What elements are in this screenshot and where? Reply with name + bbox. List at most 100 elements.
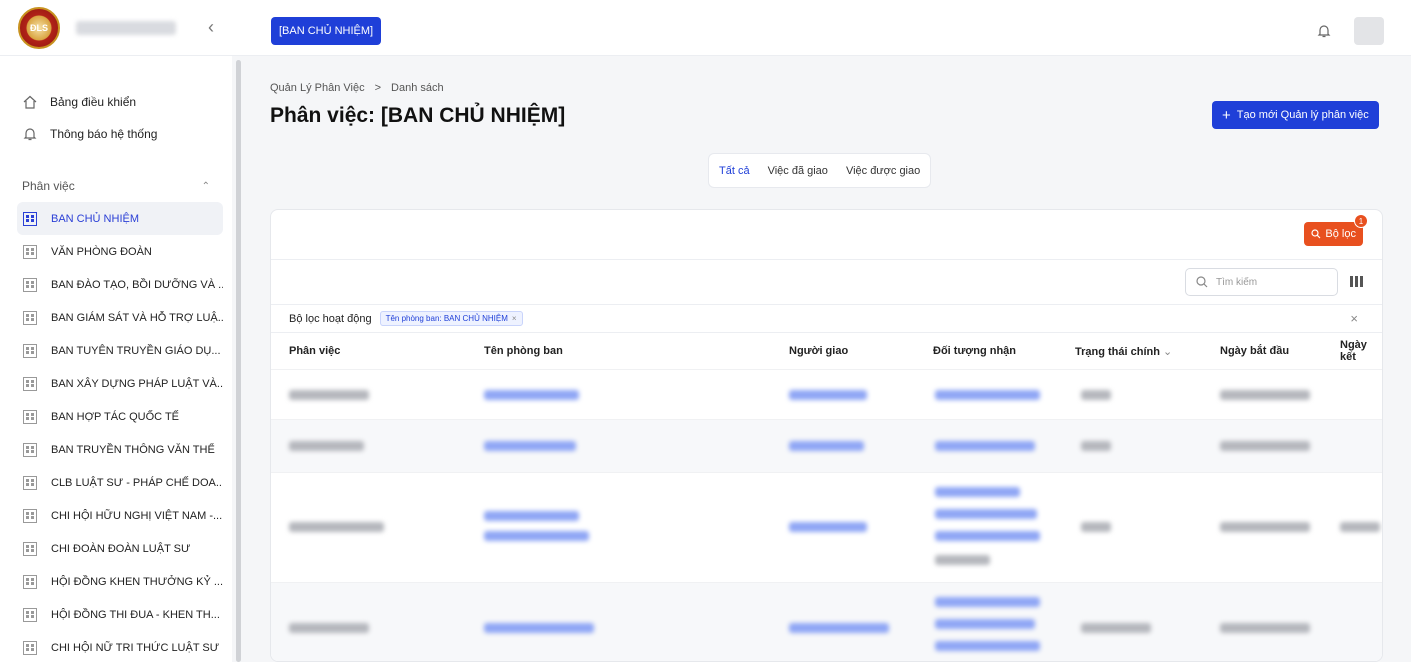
tab-all[interactable]: Tất cả bbox=[719, 165, 750, 177]
table-header: Phân việc Tên phòng ban Người giao Đối t… bbox=[271, 333, 1382, 369]
building-icon bbox=[23, 508, 37, 523]
department-label: BAN XÂY DỰNG PHÁP LUẬT VÀ... bbox=[51, 377, 223, 390]
building-icon bbox=[23, 310, 37, 325]
table-row[interactable] bbox=[271, 369, 1382, 419]
organization-name bbox=[76, 20, 176, 35]
sidebar-header: ĐLS ‹ bbox=[0, 0, 232, 56]
chevron-down-icon: ⌄ bbox=[1163, 345, 1173, 358]
sidebar-item-label: Bảng điều khiển bbox=[50, 95, 137, 109]
chip-label: Tên phòng ban: BAN CHỦ NHIỆM bbox=[385, 314, 508, 323]
sidebar-item-department[interactable]: CHI ĐOÀN ĐOÀN LUẬT SƯ bbox=[17, 532, 223, 565]
department-label: CHI HỘI HỮU NGHỊ VIỆT NAM -... bbox=[51, 509, 223, 522]
department-label: BAN GIÁM SÁT VÀ HỖ TRỢ LUẬ... bbox=[51, 311, 223, 324]
sidebar-item-label: Thông báo hệ thống bbox=[50, 127, 158, 141]
clear-filters-icon[interactable]: × bbox=[1350, 311, 1358, 326]
column-header[interactable]: Trạng thái chính ⌄ bbox=[1075, 345, 1172, 358]
table-row[interactable] bbox=[271, 582, 1382, 661]
sidebar-item-department[interactable]: CHI HỘI HỮU NGHỊ VIỆT NAM -... bbox=[17, 499, 223, 532]
building-icon bbox=[23, 541, 37, 556]
building-icon bbox=[23, 277, 37, 292]
breadcrumb-item: Danh sách bbox=[391, 82, 444, 94]
breadcrumb: Quản Lý Phân Việc > Danh sách bbox=[270, 82, 444, 94]
breadcrumb-item[interactable]: Quản Lý Phân Việc bbox=[270, 82, 365, 94]
sidebar-section-phan-viec[interactable]: Phân việc ⌃ bbox=[0, 170, 232, 202]
department-label: BAN TUYÊN TRUYỀN GIÁO DỤ... bbox=[51, 344, 221, 357]
table-row[interactable] bbox=[271, 472, 1382, 582]
department-label: BAN HỢP TÁC QUỐC TẾ bbox=[51, 410, 180, 423]
organization-logo[interactable]: ĐLS bbox=[18, 6, 60, 49]
sidebar-item-notifications[interactable]: Thông báo hệ thống bbox=[0, 118, 232, 150]
column-header[interactable]: Ngày kết bbox=[1340, 339, 1382, 363]
sidebar: ĐLS ‹ Bảng điều khiển Thông báo hệ thống… bbox=[0, 0, 232, 662]
home-icon bbox=[22, 94, 38, 110]
building-icon bbox=[23, 211, 37, 226]
filter-button[interactable]: Bộ lọc bbox=[1304, 222, 1363, 246]
building-icon bbox=[23, 574, 37, 589]
building-icon bbox=[23, 376, 37, 391]
section-title: Phân việc bbox=[22, 179, 75, 193]
column-settings-icon[interactable] bbox=[1350, 276, 1363, 287]
sidebar-item-department[interactable]: BAN ĐÀO TẠO, BỒI DƯỠNG VÀ ... bbox=[17, 268, 223, 301]
collapse-sidebar-icon[interactable]: ‹ bbox=[208, 17, 214, 38]
sidebar-item-department[interactable]: CHI HỘI NỮ TRI THỨC LUẬT SƯ bbox=[17, 631, 223, 662]
chevron-up-icon: ⌃ bbox=[201, 180, 210, 192]
column-header-label: Trạng thái chính bbox=[1075, 345, 1160, 358]
create-task-label: Tạo mới Quản lý phân việc bbox=[1236, 109, 1369, 121]
department-label: BAN ĐÀO TẠO, BỒI DƯỠNG VÀ ... bbox=[51, 278, 223, 291]
plus-icon: + bbox=[1222, 106, 1231, 124]
sidebar-item-department[interactable]: VĂN PHÒNG ĐOÀN bbox=[17, 235, 223, 268]
sidebar-item-department[interactable]: CLB LUẬT SƯ - PHÁP CHẾ DOA... bbox=[17, 466, 223, 499]
building-icon bbox=[23, 607, 37, 622]
department-label: CHI HỘI NỮ TRI THỨC LUẬT SƯ bbox=[51, 641, 220, 654]
department-label: CHI ĐOÀN ĐOÀN LUẬT SƯ bbox=[51, 542, 191, 555]
notification-bell-icon[interactable] bbox=[1317, 24, 1331, 38]
column-header[interactable]: Tên phòng ban bbox=[484, 345, 563, 357]
search-icon bbox=[1196, 276, 1208, 288]
create-task-button[interactable]: + Tạo mới Quản lý phân việc bbox=[1212, 101, 1379, 129]
search-input[interactable]: Tìm kiếm bbox=[1185, 268, 1338, 296]
sidebar-scrollbar[interactable] bbox=[236, 60, 241, 662]
active-filter-chip[interactable]: Tên phòng ban: BAN CHỦ NHIỆM × bbox=[379, 311, 523, 326]
active-filters-bar: Bộ lọc hoạt động Tên phòng ban: BAN CHỦ … bbox=[271, 305, 1382, 333]
search-icon bbox=[1311, 229, 1321, 239]
filter-toolbar: Bộ lọc 1 bbox=[271, 210, 1382, 260]
sidebar-item-department[interactable]: BAN TUYÊN TRUYỀN GIÁO DỤ... bbox=[17, 334, 223, 367]
department-label: BAN CHỦ NHIỆM bbox=[51, 212, 140, 225]
tab-assigned-to-me[interactable]: Việc được giao bbox=[846, 165, 920, 177]
top-bar: [BAN CHỦ NHIỆM] bbox=[232, 0, 1411, 56]
building-icon bbox=[23, 640, 37, 655]
department-label: BAN TRUYỀN THÔNG VĂN THỂ bbox=[51, 443, 215, 456]
department-label: HỘI ĐỒNG KHEN THƯỞNG KỶ ... bbox=[51, 575, 223, 588]
table-row[interactable] bbox=[271, 419, 1382, 472]
active-filters-label: Bộ lọc hoạt động bbox=[289, 312, 372, 325]
search-toolbar: Tìm kiếm bbox=[271, 260, 1382, 305]
sidebar-item-department[interactable]: BAN CHỦ NHIỆM bbox=[17, 202, 223, 235]
view-tabs: Tất cả Việc đã giao Việc được giao bbox=[708, 153, 932, 188]
sidebar-item-department[interactable]: BAN HỢP TÁC QUỐC TẾ bbox=[17, 400, 223, 433]
bell-icon bbox=[22, 126, 38, 142]
sidebar-item-department[interactable]: HỘI ĐỒNG THI ĐUA - KHEN TH... bbox=[17, 598, 223, 631]
column-header[interactable]: Ngày bắt đầu bbox=[1220, 345, 1289, 357]
avatar[interactable] bbox=[1354, 17, 1384, 45]
sidebar-item-department[interactable]: BAN TRUYỀN THÔNG VĂN THỂ bbox=[17, 433, 223, 466]
tab-assigned-by-me[interactable]: Việc đã giao bbox=[768, 165, 828, 177]
column-header[interactable]: Đối tượng nhận bbox=[933, 345, 1016, 357]
building-icon bbox=[23, 343, 37, 358]
remove-chip-icon[interactable]: × bbox=[512, 314, 517, 323]
column-header[interactable]: Người giao bbox=[789, 345, 848, 357]
sidebar-item-department[interactable]: HỘI ĐỒNG KHEN THƯỞNG KỶ ... bbox=[17, 565, 223, 598]
department-label: VĂN PHÒNG ĐOÀN bbox=[51, 245, 152, 258]
building-icon bbox=[23, 442, 37, 457]
building-icon bbox=[23, 475, 37, 490]
filter-button-label: Bộ lọc bbox=[1325, 228, 1356, 240]
sidebar-item-dashboard[interactable]: Bảng điều khiển bbox=[0, 86, 232, 118]
department-label: CLB LUẬT SƯ - PHÁP CHẾ DOA... bbox=[51, 476, 223, 489]
sidebar-item-department[interactable]: BAN XÂY DỰNG PHÁP LUẬT VÀ... bbox=[17, 367, 223, 400]
task-table-card: Bộ lọc 1 Tìm kiếm Bộ lọc hoạt động Tên p… bbox=[270, 209, 1383, 662]
filter-count-badge: 1 bbox=[1354, 214, 1368, 228]
current-department-tag[interactable]: [BAN CHỦ NHIỆM] bbox=[271, 17, 382, 45]
column-header[interactable]: Phân việc bbox=[289, 345, 340, 357]
search-placeholder: Tìm kiếm bbox=[1216, 276, 1258, 288]
sidebar-item-department[interactable]: BAN GIÁM SÁT VÀ HỖ TRỢ LUẬ... bbox=[17, 301, 223, 334]
page-title: Phân việc: [BAN CHỦ NHIỆM] bbox=[270, 104, 566, 127]
